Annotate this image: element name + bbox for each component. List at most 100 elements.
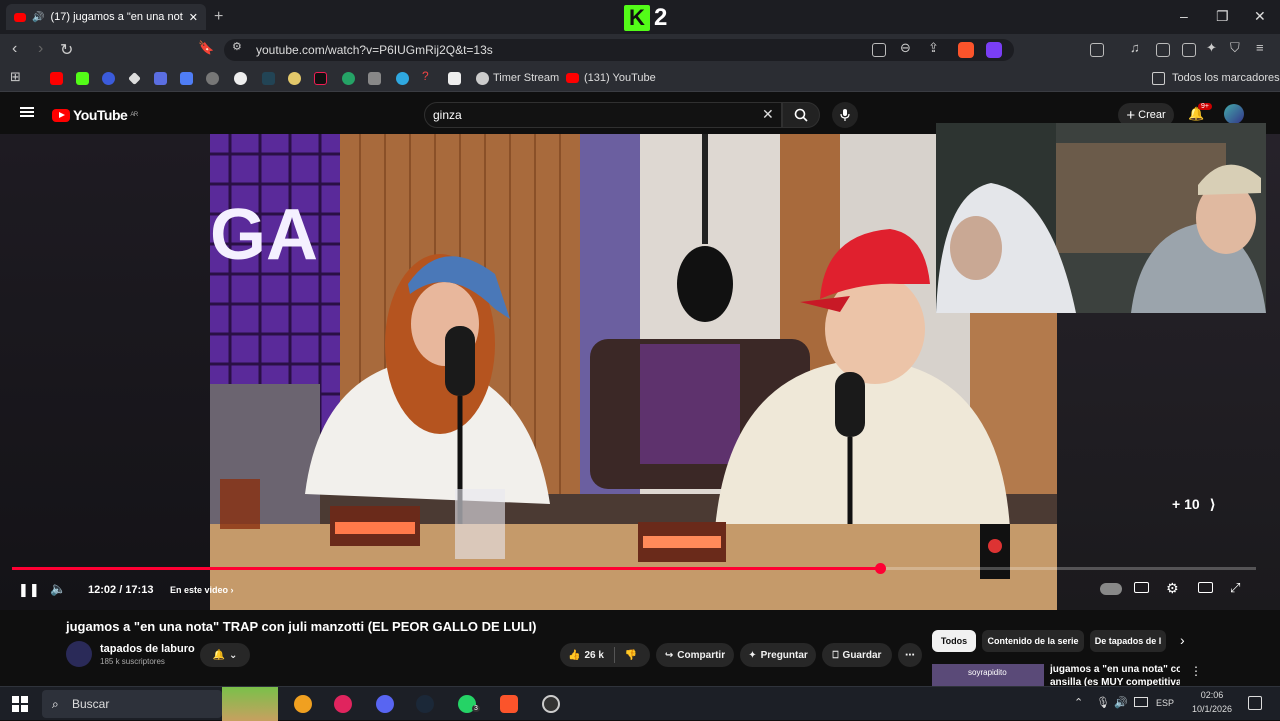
notification-center-icon[interactable] <box>1248 696 1262 710</box>
bookmark-coin-icon[interactable] <box>288 72 301 85</box>
chips-next-icon[interactable]: › <box>1180 632 1185 648</box>
voice-search-button[interactable] <box>832 102 858 128</box>
tray-clock[interactable]: 02:06 10/1/2026 <box>1186 690 1238 714</box>
bookmark-icon[interactable]: 🔖 <box>198 40 214 56</box>
volume-icon[interactable]: 🔈 <box>50 581 66 597</box>
account-avatar[interactable] <box>1224 104 1244 124</box>
theater-mode-icon[interactable] <box>1198 582 1213 593</box>
close-window-button[interactable]: ✕ <box>1254 8 1266 25</box>
bookmark-dark-icon[interactable] <box>262 72 275 85</box>
reload-icon[interactable]: ↻ <box>60 40 73 60</box>
share-icon[interactable]: ⇪ <box>928 40 939 56</box>
channel-avatar[interactable] <box>66 641 92 667</box>
svg-text:GA: GA <box>210 195 318 275</box>
tray-network-icon[interactable] <box>1134 697 1148 707</box>
minimize-button[interactable]: – <box>1180 8 1188 24</box>
new-tab-button[interactable]: + <box>214 8 223 26</box>
bookmark-openai-icon[interactable] <box>206 72 219 85</box>
recommendation-title[interactable]: jugamos a "en una nota" con <box>1050 664 1180 675</box>
bookmark-blue-icon[interactable] <box>396 72 409 85</box>
pause-icon[interactable]: ❚❚ <box>18 582 40 598</box>
channel-name[interactable]: tapados de laburo <box>100 643 195 655</box>
sidebar-icon[interactable] <box>1156 43 1170 57</box>
forward-icon[interactable]: › <box>38 40 43 58</box>
bookmark-page-icon[interactable] <box>448 72 461 85</box>
clear-search-icon[interactable]: ✕ <box>762 106 774 123</box>
dislike-button[interactable]: 👎 <box>625 650 637 661</box>
like-button[interactable]: 👍 26 k <box>568 650 604 661</box>
subtitles-icon[interactable] <box>1134 582 1149 593</box>
menu-icon[interactable]: ≡ <box>1256 40 1264 55</box>
recommendation-title-line2[interactable]: ansilla (es MUY competitiva) <box>1050 677 1180 686</box>
all-bookmarks[interactable]: Todos los marcadores <box>1172 72 1280 84</box>
bookmark-youtube[interactable]: (131) YouTube <box>584 72 656 84</box>
hamburger-menu-icon[interactable] <box>20 107 34 109</box>
bookmark-sl-icon[interactable] <box>154 72 167 85</box>
ask-button[interactable]: ✦ Preguntar <box>740 643 816 667</box>
tray-mic-icon[interactable]: 🎙 <box>1096 696 1110 709</box>
bookmark-green-icon[interactable] <box>342 72 355 85</box>
whatsapp-badge: 3 <box>472 705 480 712</box>
zoom-icon[interactable]: ⊖ <box>900 40 911 56</box>
app-shield-icon[interactable] <box>294 695 312 713</box>
bookmark-play-icon[interactable] <box>180 72 193 85</box>
bookmark-diamond-icon[interactable] <box>128 72 141 85</box>
media-icon[interactable]: ♫ <box>1130 40 1140 55</box>
maximize-button[interactable]: ❐ <box>1216 8 1229 25</box>
brave-browser-icon[interactable] <box>500 695 518 713</box>
progress-bar[interactable] <box>12 563 1256 574</box>
settings-gear-icon[interactable]: ⚙ <box>1166 580 1179 597</box>
chapter-button[interactable]: En este video › <box>170 585 234 595</box>
site-info-icon[interactable]: ⚙ <box>232 40 242 53</box>
url-field[interactable]: youtube.com/watch?v=P6IUGmRij2Q&t=13s <box>224 39 1014 61</box>
search-input[interactable]: ginza <box>424 102 782 128</box>
apps-icon[interactable]: ⊞ <box>10 69 21 85</box>
brave-shield-icon[interactable] <box>958 42 974 58</box>
obs-icon[interactable] <box>542 695 560 713</box>
share-button[interactable]: ↪ Compartir <box>656 643 734 667</box>
chip-series-content[interactable]: Contenido de la serie <box>982 630 1084 652</box>
cast-icon[interactable] <box>872 43 886 57</box>
speaker-icon[interactable]: 🔊 <box>32 12 44 23</box>
chip-all[interactable]: Todos <box>932 630 976 652</box>
bookmark-grey-icon[interactable] <box>368 72 381 85</box>
fullscreen-icon[interactable]: ⤢ <box>1230 580 1240 596</box>
notification-bell-button[interactable]: 🔔 ⌄ <box>200 643 250 667</box>
recommendation-menu-icon[interactable]: ⋮ <box>1190 664 1202 678</box>
tray-language[interactable]: ESP <box>1156 698 1174 708</box>
autoplay-toggle[interactable] <box>1100 583 1122 595</box>
recommendation-thumbnail[interactable]: soyrapidito <box>932 664 1044 686</box>
app-media-player-icon[interactable] <box>334 695 352 713</box>
bookmark-tiktok-icon[interactable] <box>314 72 327 85</box>
brave-rewards-icon[interactable] <box>986 42 1002 58</box>
close-tab-icon[interactable]: ✕ <box>189 11 198 24</box>
bookmark-circle-icon[interactable] <box>234 72 247 85</box>
bookmark-timer-stream[interactable]: Timer Stream <box>493 72 559 84</box>
video-frame[interactable]: GA <box>210 134 1057 610</box>
bookmark-power-icon[interactable] <box>102 72 115 85</box>
chip-from-channel[interactable]: De tapados de l <box>1090 630 1166 652</box>
discord-icon[interactable] <box>376 695 394 713</box>
bookmark-question-icon[interactable]: ? <box>422 69 435 83</box>
browser-tab[interactable]: 🔊 (17) jugamos a "en una nota" ✕ <box>6 4 206 30</box>
back-icon[interactable]: ‹ <box>12 40 17 58</box>
search-button[interactable] <box>782 102 820 128</box>
save-button[interactable]: ⎕ Guardar <box>822 643 892 667</box>
video-player[interactable]: GA + 10 ⟩ <box>0 123 1280 610</box>
notification-badge: 9+ <box>1198 103 1212 110</box>
tray-chevron-up-icon[interactable]: ⌃ <box>1074 696 1083 709</box>
tab-search-icon[interactable] <box>1090 43 1104 57</box>
vpn-icon[interactable]: ⛉ <box>1230 40 1240 56</box>
tray-volume-icon[interactable]: 🔊 <box>1114 696 1128 709</box>
youtube-logo[interactable]: YouTube AR <box>52 107 138 123</box>
weather-widget-icon[interactable] <box>222 687 278 721</box>
more-actions-button[interactable]: ⋯ <box>898 643 922 667</box>
taskbar-search[interactable]: Buscar <box>42 690 222 718</box>
leo-icon[interactable]: ✦ <box>1206 40 1217 56</box>
video-scene-image: GA <box>210 134 1057 610</box>
windows-start-icon[interactable] <box>12 696 28 712</box>
wallet-icon[interactable] <box>1182 43 1196 57</box>
bookmark-youtube-icon[interactable] <box>50 72 63 85</box>
bookmark-kick-icon[interactable] <box>76 72 89 85</box>
steam-icon[interactable] <box>416 695 434 713</box>
